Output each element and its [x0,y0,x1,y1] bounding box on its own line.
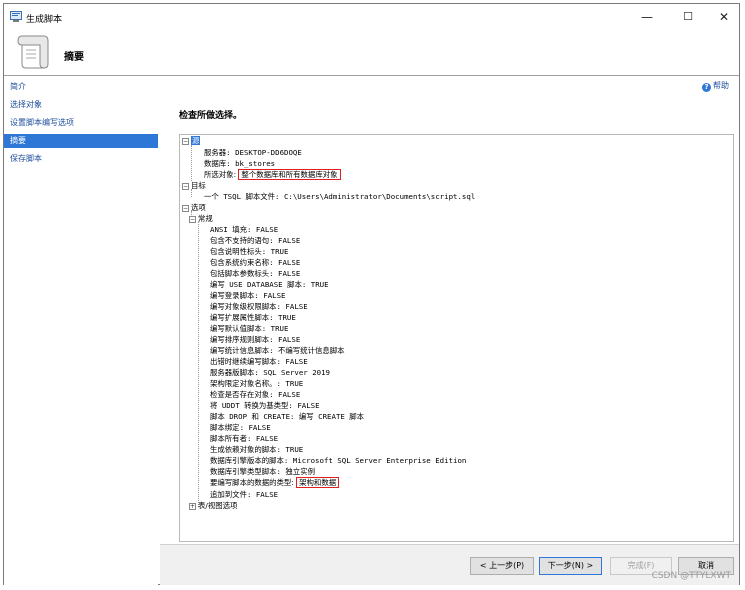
tree-leaf-option: 编写扩展属性脚本: TRUE [210,313,296,322]
tree-leaf-option: 架构限定对象名称。: TRUE [210,379,304,388]
tree-leaf-option: 编写 USE DATABASE 脚本: TRUE [210,280,329,289]
collapse-icon[interactable]: − [182,183,189,190]
tree-leaf-option: 包含说明性标头: TRUE [210,247,289,256]
sidebar-item-introduction[interactable]: 简介 [4,80,158,94]
tree-leaf-option: 检查是否存在对象: FALSE [210,390,301,399]
sidebar-item-choose-objects[interactable]: 选择对象 [4,98,158,112]
maximize-button[interactable]: ☐ [671,7,705,27]
expand-icon[interactable]: + [189,503,196,510]
tree-node-label: 源 [191,136,201,145]
scroll-icon [17,35,49,69]
tree-leaf-option: 编写排序规则脚本: FALSE [210,335,301,344]
wizard-sidebar: 简介 选择对象 设置脚本编写选项 摘要 保存脚本 [4,76,158,586]
collapse-icon[interactable]: − [182,205,189,212]
collapse-icon[interactable]: − [189,216,196,223]
selected-objects-label: 所选对象: [204,170,239,179]
title-bar: 生成脚本 — ☐ ✕ [4,4,739,30]
help-label: 帮助 [713,81,729,90]
tree-leaf-option: 编写对象级权限脚本: FALSE [210,302,308,311]
tree-leaf-target-file: 一个 TSQL 脚本文件: C:\Users\Administrator\Doc… [204,192,476,201]
tree-leaf-option: ANSI 填充: FALSE [210,225,279,234]
data-types-label: 要编写脚本的数据的类型: [210,478,297,487]
selected-objects-value: 整个数据库和所有数据库对象 [238,169,341,180]
tree-node-table-view-options[interactable]: + 表/视图选项 [189,500,237,511]
sidebar-item-save-scripts[interactable]: 保存脚本 [4,152,158,166]
tree-node-target[interactable]: − 目标 [182,180,206,191]
tree-leaf-option: 包括脚本参数标头: FALSE [210,269,301,278]
tree-leaf-option: 脚本所有者: FALSE [210,434,279,443]
tree-leaf-option: 脚本绑定: FALSE [210,423,271,432]
tree-node-source[interactable]: − 源 [182,135,201,146]
tree-leaf-option: 包含系统约束名称: FALSE [210,258,301,267]
collapse-icon[interactable]: − [182,138,189,145]
tree-leaf-option: 将 UDDT 转换为基类型: FALSE [210,401,320,410]
tree-leaf-option: 生成依赖对象的脚本: TRUE [210,445,304,454]
page-title: 摘要 [64,52,84,63]
minimize-button[interactable]: — [630,7,664,27]
tree-leaf-server: 服务器: DESKTOP-DD6DOQE [204,148,302,157]
tree-node-label: 选项 [191,203,206,212]
tree-leaf-option: 数据库引擎类型脚本: 独立实例 [210,467,315,476]
window-title: 生成脚本 [26,15,63,25]
tree-leaf-data-types: 要编写脚本的数据的类型: 架构和数据 [210,477,340,488]
tree-node-label: 表/视图选项 [198,501,238,510]
tree-leaf-option: 编写默认值脚本: TRUE [210,324,289,333]
help-icon: ? [702,83,711,92]
tree-leaf-option: 编写登录脚本: FALSE [210,291,286,300]
tree-leaf-option: 包含不支持的语句: FALSE [210,236,301,245]
watermark: CSDN @TTYLXWT [651,571,731,581]
tree-node-general[interactable]: − 常规 [189,213,213,224]
tree-leaf-option: 编写统计信息脚本: 不编写统计信息脚本 [210,346,345,355]
section-title: 检查所做选择。 [179,111,243,121]
tree-node-label: 常规 [198,214,213,223]
tree-connector [198,221,199,507]
tree-leaf-append-to-file: 追加到文件: FALSE [210,490,279,499]
summary-tree[interactable]: − 源 服务器: DESKTOP-DD6DOQE 数据库: bk_stores 所… [179,134,734,542]
tree-leaf-option: 数据库引擎版本的脚本: Microsoft SQL Server Enterpr… [210,456,467,465]
tree-leaf-option: 脚本 DROP 和 CREATE: 编写 CREATE 脚本 [210,412,365,421]
summary-panel: ? 帮助 检查所做选择。 − 源 服务器: DESKTOP-DD6DOQE 数据库:… [160,76,739,544]
tree-connector [191,145,192,181]
page-header: 摘要 [4,30,739,75]
previous-button[interactable]: < 上一步(P) [470,557,534,575]
sidebar-item-summary[interactable]: 摘要 [4,134,158,148]
sidebar-item-scripting-options[interactable]: 设置脚本编写选项 [4,116,158,130]
close-button[interactable]: ✕ [707,7,741,27]
tree-leaf-option: 出错时继续编写脚本: FALSE [210,357,308,366]
generate-scripts-window: 生成脚本 — ☐ ✕ 摘要 简介 选择对象 设置脚本编写选项 摘要 保存脚本 ?… [3,3,740,586]
tree-leaf-selected-objects: 所选对象: 整个数据库和所有数据库对象 [204,169,341,180]
button-bar: < 上一步(P) 下一步(N) > 完成(F) 取消 CSDN @TTYLXWT [160,545,739,585]
tree-leaf-database: 数据库: bk_stores [204,159,276,168]
tree-leaf-option: 服务器版脚本: SQL Server 2019 [210,368,330,377]
app-icon [10,11,22,22]
next-button[interactable]: 下一步(N) > [539,557,602,575]
tree-node-options[interactable]: − 选项 [182,202,206,213]
data-types-value: 架构和数据 [296,477,340,488]
help-link[interactable]: ? 帮助 [702,80,729,92]
tree-node-label: 目标 [191,181,206,190]
